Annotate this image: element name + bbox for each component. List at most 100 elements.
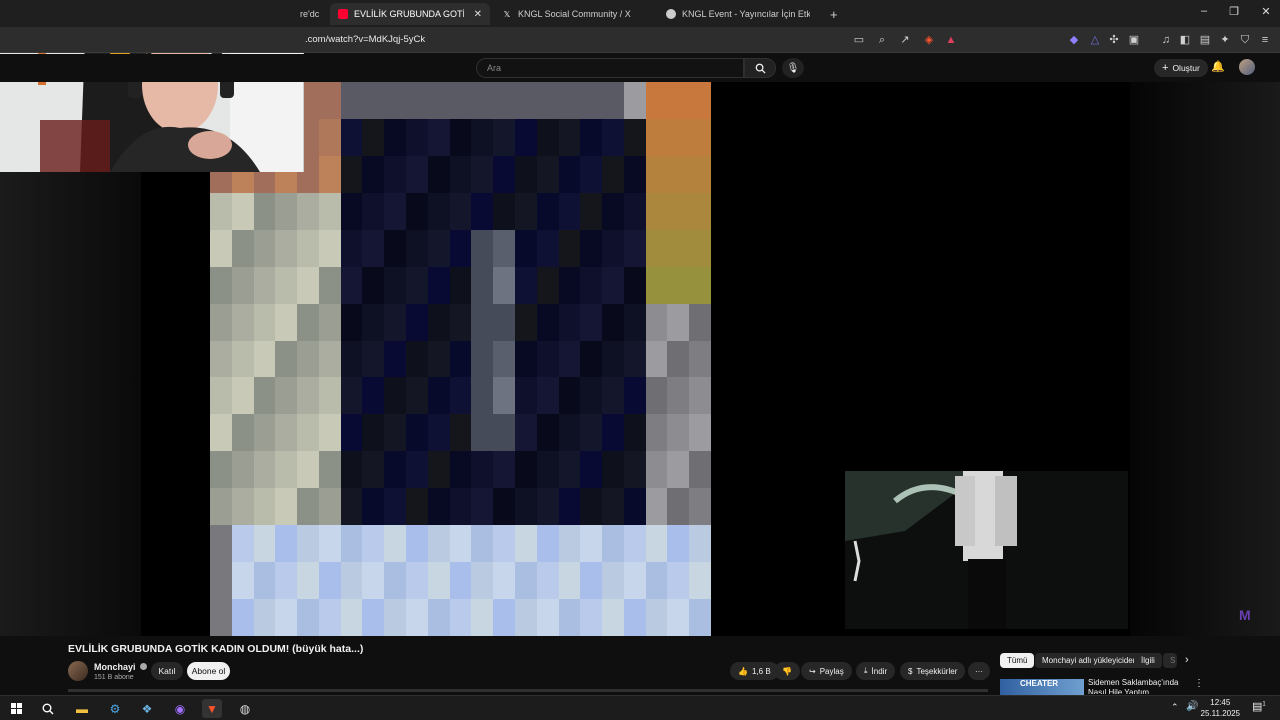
- search-button[interactable]: [744, 58, 776, 78]
- pixel-block: [427, 82, 451, 120]
- pixel-block: [275, 266, 299, 305]
- zoom-icon[interactable]: ⌕: [875, 33, 889, 47]
- channel-watermark[interactable]: M: [1239, 607, 1251, 623]
- search-input[interactable]: Ara: [476, 58, 744, 78]
- like-button[interactable]: 👍 1,6 B: [730, 662, 779, 680]
- dislike-button[interactable]: 👎: [774, 662, 800, 680]
- leo-ai-icon[interactable]: ✦: [1218, 33, 1232, 47]
- pixel-block: [384, 155, 408, 194]
- menu-icon[interactable]: ≡: [1258, 33, 1272, 47]
- notifications-bell-icon[interactable]: 🔔: [1211, 60, 1225, 73]
- voice-search-button[interactable]: 🎙: [782, 58, 804, 78]
- steam-icon[interactable]: ⚙: [105, 699, 125, 718]
- pixel-block: [340, 155, 364, 194]
- pixel-block: [471, 192, 495, 231]
- search-icon: [755, 63, 766, 74]
- close-tab-icon[interactable]: ✕: [474, 9, 482, 20]
- pixel-block: [406, 266, 429, 305]
- recommended-thumbnail[interactable]: CHEATER: [1000, 679, 1084, 695]
- pixel-block: [536, 303, 560, 342]
- tab-active-video[interactable]: EVLİLİK GRUBUNDA GOTİK KADIN ✕: [330, 3, 490, 25]
- app-icon[interactable]: ❖: [137, 699, 157, 718]
- pixel-block: [253, 414, 277, 453]
- maximize-button[interactable]: ❐: [1224, 5, 1244, 18]
- vpn-shield-icon[interactable]: ⛉: [1238, 33, 1252, 47]
- more-actions-button[interactable]: ···: [968, 662, 990, 680]
- discord-icon[interactable]: ◉: [170, 699, 190, 718]
- share-icon[interactable]: ↗: [898, 33, 912, 47]
- extension-icon[interactable]: ◆: [1067, 33, 1081, 47]
- pixel-block: [406, 562, 429, 601]
- pixel-block: [384, 414, 408, 453]
- pixel-block: [449, 82, 473, 120]
- pixel-block: [406, 155, 429, 194]
- pixel-block: [275, 562, 299, 601]
- pixel-block: [602, 599, 625, 636]
- obs-icon[interactable]: ◍: [235, 699, 255, 718]
- pixel-block: [406, 118, 429, 157]
- download-button[interactable]: ⤓ İndir: [856, 662, 896, 680]
- brave-rewards-icon[interactable]: ▲: [944, 33, 958, 47]
- page-divider: [68, 689, 988, 692]
- pixel-block: [580, 229, 604, 268]
- wallet-icon[interactable]: ▤: [1198, 33, 1212, 47]
- tab-x-community[interactable]: 𝕏 KNGL Social Community / X: [494, 3, 654, 25]
- new-tab-button[interactable]: +: [822, 3, 844, 25]
- subscribe-button[interactable]: Abone ol: [187, 662, 230, 680]
- channel-avatar[interactable]: [68, 661, 88, 681]
- search-icon[interactable]: [38, 699, 58, 718]
- chip-all[interactable]: Tümü: [1000, 653, 1035, 668]
- close-window-button[interactable]: ✕: [1256, 5, 1276, 18]
- pixel-block: [384, 303, 408, 342]
- notification-center-icon[interactable]: ▤1: [1252, 700, 1266, 713]
- cast-icon[interactable]: ▭: [852, 33, 866, 47]
- windows-start-icon[interactable]: [6, 699, 26, 718]
- sidebar-icon[interactable]: ◧: [1178, 33, 1192, 47]
- browser-tab-bar: re'dc EVLİLİK GRUBUNDA GOTİK KADIN ✕ 𝕏 K…: [0, 0, 1280, 27]
- pixel-block: [645, 525, 669, 564]
- chevron-up-icon[interactable]: ⌃: [1171, 702, 1179, 713]
- brave-browser-icon[interactable]: ▼: [202, 699, 222, 718]
- file-explorer-icon[interactable]: ▬: [72, 699, 92, 718]
- pixel-block: [623, 414, 647, 453]
- brave-shield-icon[interactable]: ◈: [922, 33, 936, 47]
- puzzle-icon[interactable]: ✣: [1107, 33, 1121, 47]
- tab-search-icon[interactable]: ▣: [1127, 33, 1141, 47]
- pixel-block: [558, 118, 582, 157]
- pixel-block: [362, 451, 386, 490]
- minimize-button[interactable]: –: [1194, 5, 1214, 17]
- pixel-block: [297, 266, 320, 305]
- pixel-block: [231, 414, 255, 453]
- pixel-block: [689, 599, 711, 636]
- recommended-title[interactable]: Sidemen Saklambaç'ında Nasıl Hile Yaptım: [1088, 678, 1198, 694]
- channel-name[interactable]: Monchayi: [94, 662, 148, 672]
- chip-overflow[interactable]: S: [1163, 653, 1177, 668]
- system-clock[interactable]: 12:45 25.11.2025: [1201, 697, 1240, 719]
- pixel-block: [689, 82, 711, 120]
- pixel-block: [602, 192, 625, 231]
- more-vert-icon[interactable]: ⋮: [1194, 678, 1204, 689]
- extension-icon[interactable]: △: [1088, 33, 1102, 47]
- tab-previous[interactable]: re'dc: [292, 3, 328, 25]
- pixel-block: [210, 192, 233, 231]
- create-button[interactable]: + Oluştur: [1154, 59, 1208, 77]
- pixel-block: [318, 303, 342, 342]
- pixel-block: [427, 451, 451, 490]
- music-icon[interactable]: ♫: [1159, 33, 1173, 47]
- join-button[interactable]: Katıl: [151, 662, 183, 680]
- chip-from-uploader[interactable]: Monchayi adlı yükleyiciden: [1035, 653, 1145, 668]
- tab-kngl-event[interactable]: KNGL Event - Yayıncılar İçin Etkinlik v: [658, 3, 818, 25]
- chevron-right-icon[interactable]: ›: [1185, 654, 1189, 666]
- pixel-block: [427, 229, 451, 268]
- url-field[interactable]: .com/watch?v=MdKJqj-5yCk: [305, 34, 425, 45]
- pixel-block: [493, 155, 516, 194]
- pixel-block: [362, 303, 386, 342]
- avatar[interactable]: [1239, 59, 1255, 75]
- pixel-block: [558, 377, 582, 416]
- share-button[interactable]: ↪ Paylaş: [801, 662, 852, 680]
- chip-related[interactable]: İlgili: [1134, 653, 1162, 668]
- volume-icon[interactable]: 🔊: [1186, 701, 1198, 712]
- thanks-button[interactable]: $ Teşekkürler: [900, 662, 966, 680]
- pixel-block: [210, 414, 233, 453]
- pixel-block: [231, 377, 255, 416]
